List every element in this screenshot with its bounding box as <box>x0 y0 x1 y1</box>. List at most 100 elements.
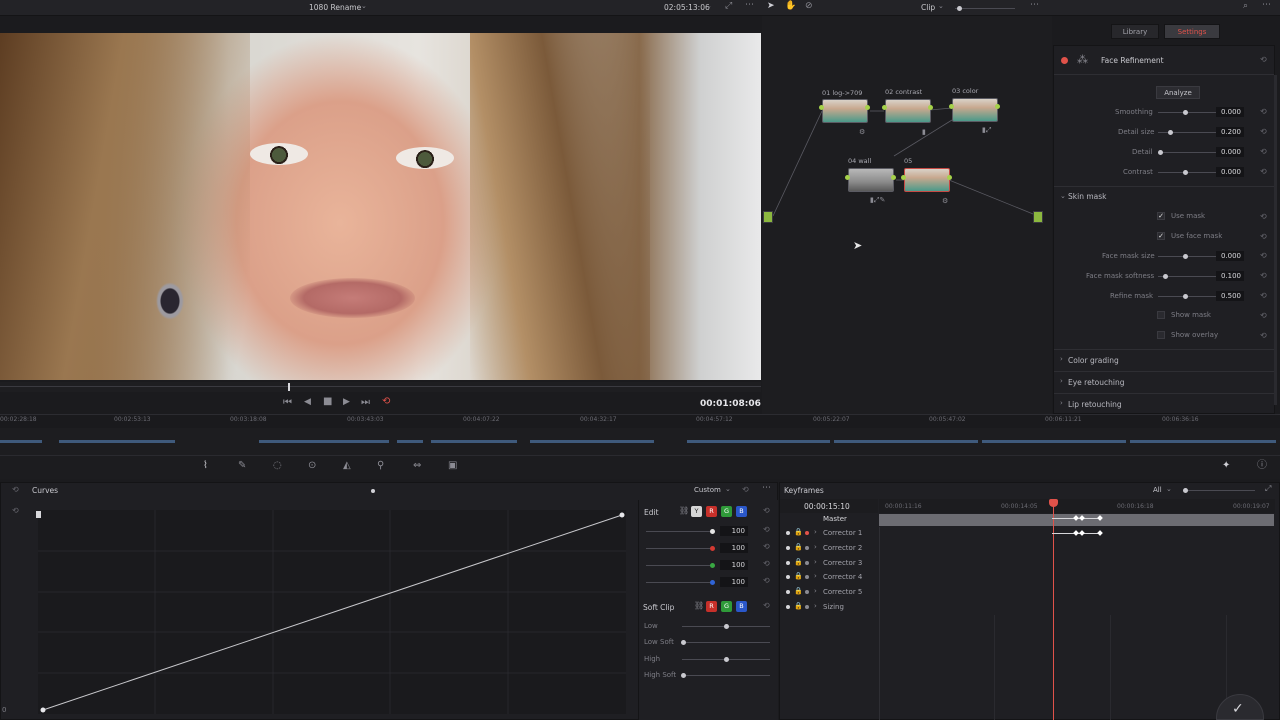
slider-knob[interactable] <box>1183 254 1188 259</box>
refine-mask-value[interactable]: 0.500 <box>1216 291 1244 301</box>
chevron-right-icon[interactable]: › <box>814 573 817 580</box>
chevron-down-icon[interactable]: ⌄ <box>938 3 944 10</box>
soft-clip-b-button[interactable]: B <box>736 601 747 612</box>
chevron-right-icon[interactable]: › <box>814 603 817 610</box>
sizing-icon[interactable]: ⇔ <box>413 461 421 471</box>
node-input-dot[interactable] <box>819 105 824 110</box>
section-skin-mask[interactable]: Skin mask <box>1068 192 1106 201</box>
reset-icon[interactable]: ⟲ <box>1260 167 1267 176</box>
node-input-dot[interactable] <box>949 104 954 109</box>
node-output-dot[interactable] <box>891 175 896 180</box>
keyframe-ruler[interactable] <box>879 499 1275 513</box>
slider-knob[interactable] <box>1168 130 1173 135</box>
detail-size-slider[interactable] <box>1158 132 1216 133</box>
info-icon[interactable]: ⓘ <box>1257 461 1267 471</box>
tab-library[interactable]: Library <box>1111 24 1159 39</box>
slider-knob[interactable] <box>681 640 686 645</box>
node-03[interactable] <box>952 98 998 122</box>
clip-segment[interactable] <box>0 440 42 443</box>
high-soft-slider[interactable] <box>682 675 770 676</box>
expand-icon[interactable]: ⤢ <box>1265 485 1271 493</box>
effect-enable-toggle[interactable] <box>1061 57 1068 64</box>
channel-g-button[interactable]: G <box>721 506 732 517</box>
reset-icon[interactable]: ⟲ <box>12 485 19 494</box>
slider-knob[interactable] <box>724 624 729 629</box>
contrast-value[interactable]: 0.000 <box>1216 167 1244 177</box>
stop-icon[interactable]: ■ <box>323 397 332 407</box>
reset-icon[interactable]: ⟲ <box>1260 291 1267 300</box>
more-options-icon[interactable]: ⋯ <box>1262 1 1271 10</box>
chevron-right-icon[interactable]: › <box>814 588 817 595</box>
play-icon[interactable]: ▶ <box>343 398 350 407</box>
playhead[interactable] <box>288 383 290 391</box>
node-05[interactable] <box>904 168 950 192</box>
use-face-mask-checkbox[interactable]: ✓ <box>1157 232 1165 240</box>
chevron-down-icon[interactable]: ⌄ <box>361 3 367 10</box>
chevron-right-icon[interactable]: › <box>1060 356 1063 363</box>
more-options-icon[interactable]: ⋯ <box>1030 1 1039 10</box>
b-intensity-value[interactable]: 100 <box>720 577 748 587</box>
zoom-slider-knob[interactable] <box>957 6 962 11</box>
detail-size-value[interactable]: 0.200 <box>1216 127 1244 137</box>
r-intensity-slider[interactable] <box>646 548 714 549</box>
keyframe-row-corrector-2[interactable]: Corrector 2 <box>823 544 862 552</box>
zoom-slider[interactable] <box>955 8 1015 9</box>
keyframe-toggle[interactable] <box>805 546 809 550</box>
clip-segment[interactable] <box>259 440 389 443</box>
keyframe-row-corrector-5[interactable]: Corrector 5 <box>823 588 862 596</box>
node-04[interactable] <box>848 168 894 192</box>
reset-icon[interactable]: ⟲ <box>1260 55 1267 64</box>
slider-knob[interactable] <box>1163 274 1168 279</box>
more-options-icon[interactable]: ⋯ <box>745 1 754 10</box>
g-intensity-slider[interactable] <box>646 565 714 566</box>
row-visibility-dot[interactable] <box>786 561 790 565</box>
chevron-right-icon[interactable]: › <box>814 544 817 551</box>
keyframe-row-corrector-4[interactable]: Corrector 4 <box>823 573 862 581</box>
settings-scrollbar[interactable] <box>1274 75 1277 405</box>
section-eye-retouching[interactable]: Eye retouching <box>1068 378 1124 387</box>
reset-icon[interactable]: ⟲ <box>763 601 770 610</box>
timeline-ruler[interactable] <box>0 414 1280 428</box>
analyze-button[interactable]: Analyze <box>1156 86 1200 99</box>
clip-segment[interactable] <box>834 440 978 443</box>
keyframe-row-master[interactable]: Master <box>823 515 847 523</box>
lock-icon[interactable]: 🔒 <box>794 544 803 551</box>
clip-mode-selector[interactable]: Clip <box>921 3 935 12</box>
curve-graph[interactable] <box>38 510 626 714</box>
soft-clip-g-button[interactable]: G <box>721 601 732 612</box>
node-output-dot[interactable] <box>995 104 1000 109</box>
reset-icon[interactable]: ⟲ <box>1260 147 1267 156</box>
blur-icon[interactable]: ◭ <box>343 461 351 471</box>
clip-segment[interactable] <box>1130 440 1276 443</box>
node-02[interactable] <box>885 99 931 123</box>
row-visibility-dot[interactable] <box>786 605 790 609</box>
go-to-start-icon[interactable]: ⏮ <box>283 398 292 408</box>
color-picker-icon[interactable]: ✎ <box>238 461 246 471</box>
reset-icon[interactable]: ⟲ <box>1260 331 1267 340</box>
reset-icon[interactable]: ⟲ <box>1260 271 1267 280</box>
curves-mode-selector[interactable]: Custom <box>694 486 721 494</box>
smoothing-value[interactable]: 0.000 <box>1216 107 1244 117</box>
clip-segment[interactable] <box>431 440 517 443</box>
r-intensity-value[interactable]: 100 <box>720 543 748 553</box>
lock-icon[interactable]: 🔒 <box>794 529 803 536</box>
clip-segment[interactable] <box>397 440 423 443</box>
y-intensity-slider[interactable] <box>646 531 714 532</box>
disable-icon[interactable]: ⊘ <box>805 2 813 11</box>
go-to-end-icon[interactable]: ⏭ <box>361 398 370 408</box>
source-input-node[interactable] <box>763 211 773 223</box>
tracker-icon[interactable]: ⊙ <box>308 461 316 471</box>
show-overlay-checkbox[interactable] <box>1157 331 1165 339</box>
chevron-down-icon[interactable]: ⌄ <box>725 486 731 493</box>
curves-tool-icon[interactable]: ⌇ <box>203 461 208 471</box>
node-input-dot[interactable] <box>882 105 887 110</box>
curve-anchor-top[interactable] <box>36 511 41 518</box>
keyframe-playhead-handle[interactable] <box>1049 499 1058 507</box>
keyframe-zoom-slider[interactable] <box>1183 490 1255 491</box>
key-icon[interactable]: ⚲ <box>377 461 384 471</box>
keyframe-toggle[interactable] <box>805 590 809 594</box>
slider-knob[interactable] <box>710 529 715 534</box>
keyframe-toggle[interactable] <box>805 605 809 609</box>
reset-icon[interactable]: ⟲ <box>763 506 770 515</box>
3d-icon[interactable]: ▣ <box>448 461 457 471</box>
